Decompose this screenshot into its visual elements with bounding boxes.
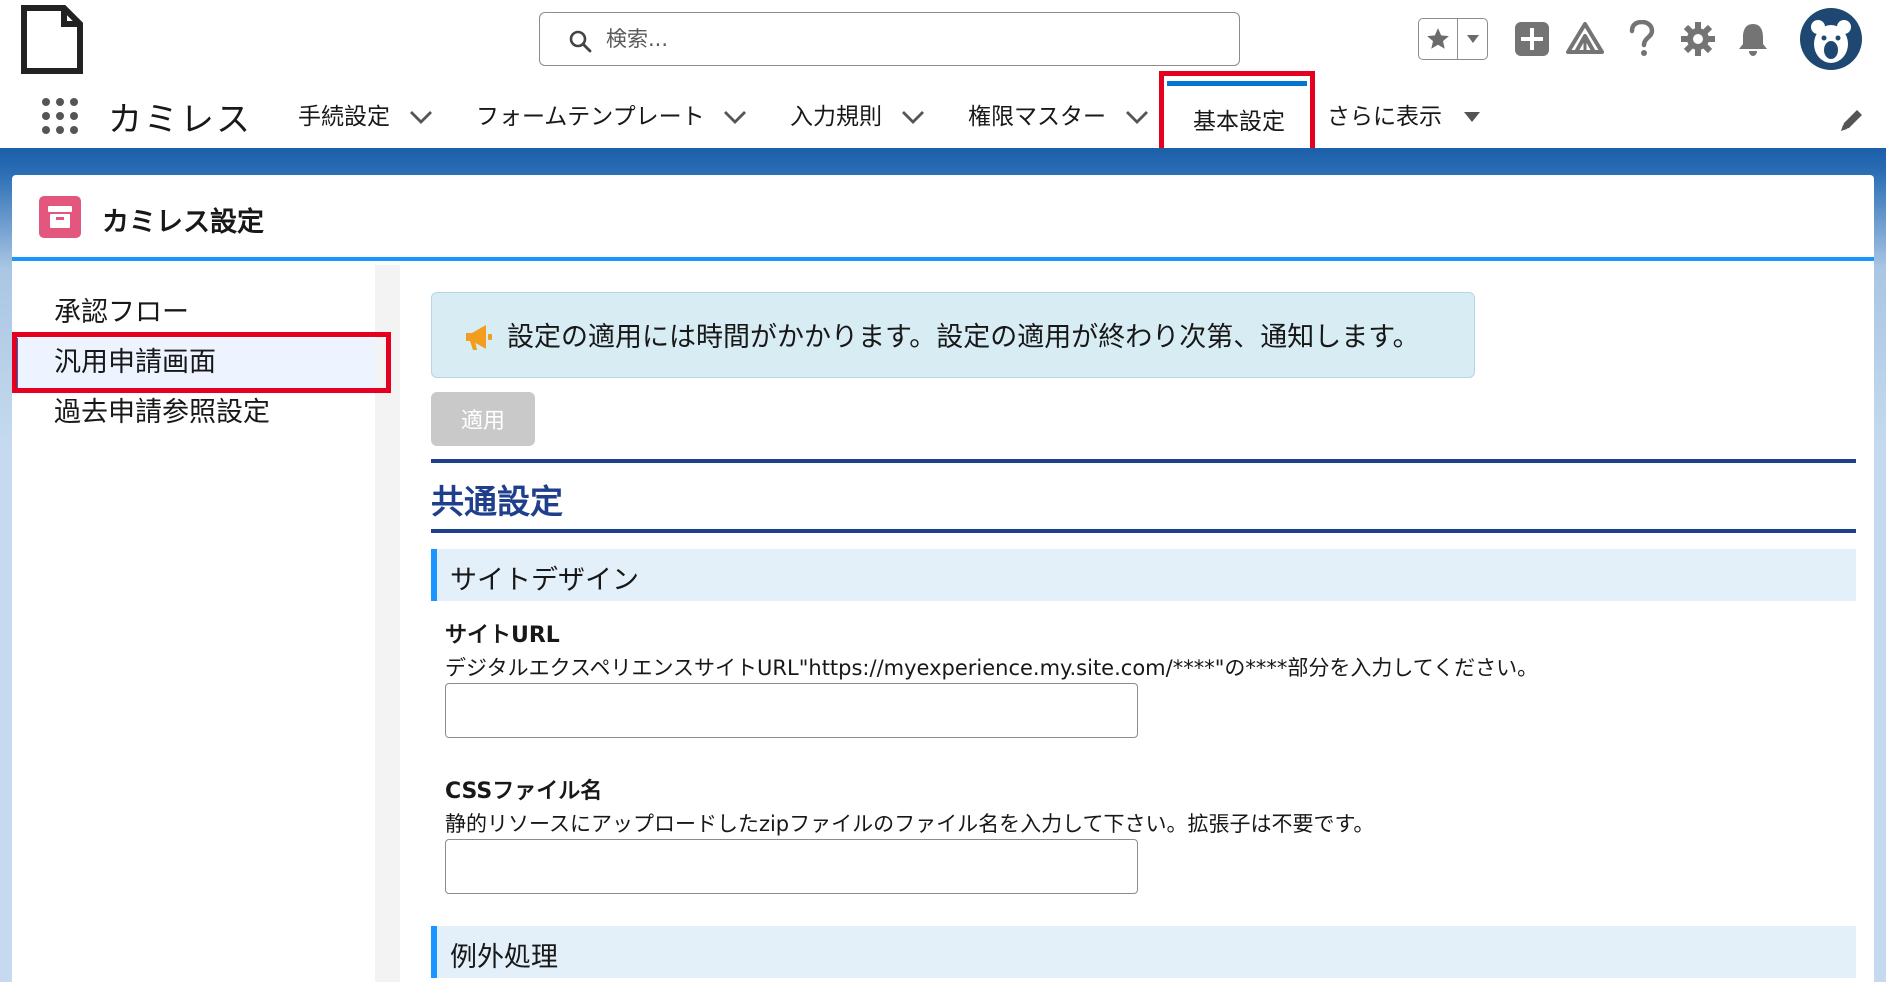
archive-box-icon	[39, 196, 81, 238]
gear-icon	[1681, 22, 1715, 56]
search-icon	[569, 30, 592, 53]
page-title: カミレス設定	[102, 207, 264, 238]
question-mark-icon	[1629, 20, 1655, 56]
nav-tab-basic-settings[interactable]: 基本設定	[1167, 81, 1307, 148]
megaphone-icon	[466, 325, 492, 350]
plus-icon	[1515, 22, 1549, 56]
edit-nav-pencil-icon[interactable]	[1838, 106, 1866, 134]
notifications-button[interactable]	[1733, 18, 1773, 60]
global-header: カミレス 手続設定 フォームテンプレート 入力規則 権限マスター 基本設定 さら…	[0, 0, 1886, 148]
caret-down-icon	[1466, 35, 1479, 43]
sidebar-item-past-application-reference[interactable]: 過去申請参照設定	[12, 388, 375, 438]
star-icon	[1427, 28, 1450, 49]
subsection-title: 例外処理	[450, 942, 558, 973]
subsection-header-exception-handling: 例外処理	[431, 926, 1856, 978]
global-search-box[interactable]	[539, 12, 1240, 66]
card-header: カミレス設定	[12, 175, 1874, 261]
sidebar-divider	[375, 265, 400, 982]
apply-button[interactable]: 適用	[431, 392, 535, 446]
section-rule-bottom	[431, 529, 1856, 533]
setup-button[interactable]	[1678, 18, 1718, 60]
favorites-star-button[interactable]	[1419, 19, 1459, 59]
nav-tab-basic-settings-label: 基本設定	[1193, 109, 1285, 135]
favorites-menu-button[interactable]	[1458, 19, 1487, 59]
subsection-header-site-design: サイトデザイン	[431, 549, 1856, 601]
app-launcher-icon[interactable]	[40, 96, 80, 136]
caret-down-icon[interactable]	[1459, 106, 1485, 128]
sidebar-item-general-application-screen[interactable]: 汎用申請画面	[12, 338, 375, 388]
user-avatar[interactable]	[1800, 8, 1862, 70]
site-url-input[interactable]	[445, 683, 1138, 738]
chevron-down-icon[interactable]	[722, 106, 748, 128]
favorites-group	[1418, 18, 1488, 60]
nav-tab-permission-master[interactable]: 権限マスター	[968, 100, 1106, 134]
site-url-label: サイトURL	[445, 623, 560, 648]
nav-tab-input-rules[interactable]: 入力規則	[790, 100, 882, 134]
nav-more-menu[interactable]: さらに表示	[1327, 100, 1442, 134]
css-file-name-help-text: 静的リソースにアップロードしたzipファイルのファイル名を入力して下さい。拡張子…	[445, 812, 1375, 836]
help-button[interactable]	[1622, 18, 1662, 60]
chevron-down-icon[interactable]	[408, 106, 434, 128]
global-actions-button[interactable]	[1512, 18, 1552, 60]
css-file-name-input[interactable]	[445, 839, 1138, 894]
notice-text: 設定の適用には時間がかかります。設定の適用が終わり次第、通知します。	[507, 322, 1420, 353]
document-logo-icon[interactable]	[20, 5, 84, 75]
bell-icon	[1739, 24, 1767, 56]
css-file-name-label: CSSファイル名	[445, 779, 603, 804]
settings-sidebar: 承認フロー 汎用申請画面 過去申請参照設定	[12, 265, 375, 982]
sidebar-item-approval-flow[interactable]: 承認フロー	[12, 288, 375, 338]
bear-avatar-icon	[1811, 20, 1851, 63]
trailhead-icon	[1566, 22, 1604, 54]
search-input[interactable]	[606, 21, 1206, 57]
chevron-down-icon[interactable]	[900, 106, 926, 128]
info-notice: 設定の適用には時間がかかります。設定の適用が終わり次第、通知します。	[431, 292, 1475, 378]
subsection-title: サイトデザイン	[450, 565, 639, 596]
section-rule-top	[431, 459, 1856, 463]
nav-tab-procedure-settings[interactable]: 手続設定	[298, 100, 390, 134]
section-title: 共通設定	[431, 482, 563, 521]
settings-card: カミレス設定 承認フロー 汎用申請画面 過去申請参照設定 設定の適用には時間がか…	[12, 175, 1874, 982]
chevron-down-icon[interactable]	[1124, 106, 1150, 128]
app-name: カミレス	[108, 100, 252, 140]
trailhead-guidance-button[interactable]	[1565, 18, 1605, 60]
nav-tab-form-template[interactable]: フォームテンプレート	[476, 100, 705, 134]
site-url-help-text: デジタルエクスペリエンスサイトURL"https://myexperience.…	[445, 656, 1539, 680]
